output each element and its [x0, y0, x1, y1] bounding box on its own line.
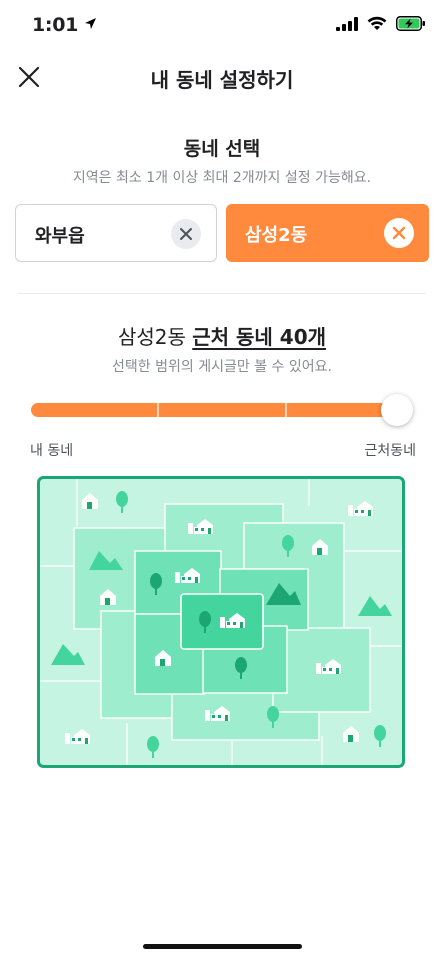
status-time-text: 1:01 [32, 14, 79, 36]
close-icon [180, 228, 192, 240]
slider-max-label: 근처동네 [364, 443, 416, 459]
divider [18, 293, 426, 294]
location-arrow-icon [85, 18, 97, 29]
remove-neighborhood-button[interactable] [384, 218, 414, 248]
slider-tick [157, 403, 159, 417]
neighborhood-chip-label: 삼성2동 [245, 225, 308, 246]
neighborhood-range-map [37, 476, 405, 768]
range-subtitle: 선택한 범위의 게시글만 볼 수 있어요. [112, 359, 332, 375]
home-indicator [143, 944, 302, 949]
range-summary: 삼성2동 근처 동네 40개 [0, 321, 444, 350]
neighborhood-chip-label: 와부읍 [35, 226, 85, 247]
range-neighborhood: 삼성2동 [117, 325, 186, 349]
cellular-signal-icon [336, 16, 358, 31]
slider-min-label: 내 동네 [30, 443, 74, 459]
wifi-icon [367, 16, 387, 30]
range-slider-thumb[interactable] [381, 394, 413, 426]
neighborhood-chip-1[interactable]: 와부읍 [15, 204, 217, 262]
status-time: 1:01 [32, 14, 97, 36]
battery-charging-icon [396, 16, 425, 31]
status-icons [336, 16, 426, 31]
close-icon [392, 226, 406, 240]
slider-tick [285, 403, 287, 417]
neighborhood-chip-2[interactable]: 삼성2동 [226, 204, 429, 262]
page-title: 내 동네 설정하기 [150, 68, 294, 92]
section-subtitle: 지역은 최소 1개 이상 최대 2개까지 설정 가능해요. [72, 170, 372, 186]
section-title: 동네 선택 [183, 138, 261, 160]
range-slider-track[interactable] [31, 403, 401, 417]
nearby-count-link[interactable]: 근처 동네 40개 [192, 325, 326, 349]
remove-neighborhood-button[interactable] [171, 219, 201, 249]
